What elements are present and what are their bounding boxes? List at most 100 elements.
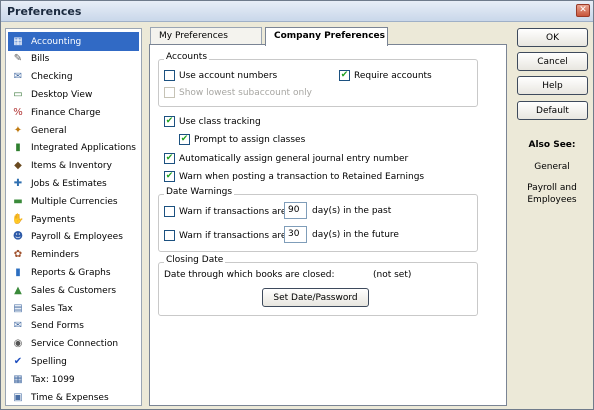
ok-button[interactable]: OK xyxy=(517,28,588,47)
warn-retained-earnings-label: Warn when posting a transaction to Retai… xyxy=(179,171,425,182)
future-days-input[interactable]: 30 xyxy=(284,226,307,243)
sidebar-item-bills[interactable]: ✎ Bills xyxy=(8,50,139,69)
tab-company-preferences[interactable]: Company Preferences xyxy=(265,27,388,46)
sidebar-item-accounting[interactable]: ▦ Accounting xyxy=(8,32,139,51)
warn-past-checkbox[interactable] xyxy=(164,206,175,217)
sidebar-item-label: Finance Charge xyxy=(31,107,101,118)
reports-graphs-icon: ▮ xyxy=(15,266,21,278)
help-button[interactable]: Help xyxy=(517,76,588,95)
bills-icon: ✎ xyxy=(13,53,23,65)
show-lowest-subaccount-label: Show lowest subaccount only xyxy=(179,87,312,98)
date-warnings-group-label: Date Warnings xyxy=(164,187,235,197)
accounts-group xyxy=(158,59,478,107)
sidebar-item-label: Payments xyxy=(31,214,76,225)
warn-past-suffix: day(s) in the past xyxy=(312,206,392,216)
sidebar-item-sales-tax[interactable]: ▤ Sales Tax xyxy=(8,299,139,318)
warn-retained-earnings-option[interactable]: ✔ Warn when posting a transaction to Ret… xyxy=(164,171,424,182)
closing-date-text: Date through which books are closed: xyxy=(164,270,335,280)
preferences-category-list[interactable]: ▦ Accounting ✎ Bills ✉ Checking ▭ Desktop View%… xyxy=(5,28,142,406)
use-account-numbers-checkbox[interactable] xyxy=(164,70,175,81)
sidebar-item-label: Checking xyxy=(31,72,73,83)
sidebar-item-sales-customers[interactable]: ▲ Sales & Customers xyxy=(8,281,139,300)
closing-date-value: (not set) xyxy=(373,270,412,280)
sidebar-item-label: Service Connection xyxy=(31,339,119,350)
sidebar-item-label: Send Forms xyxy=(31,321,84,332)
cancel-button[interactable]: Cancel xyxy=(517,52,588,71)
sidebar-item-label: Sales & Customers xyxy=(31,285,117,296)
require-accounts-label: Require accounts xyxy=(354,70,432,81)
sidebar-item-label: Desktop View xyxy=(31,89,93,100)
close-icon[interactable]: ✕ xyxy=(576,4,590,17)
tab-my-preferences-label: My Preferences xyxy=(159,31,228,41)
sidebar-item-label: Integrated Applications xyxy=(31,143,136,154)
require-accounts-checkbox[interactable]: ✔ xyxy=(339,70,350,81)
sidebar-item-multiple-currencies[interactable]: ▬ Multiple Currencies xyxy=(8,192,139,211)
show-lowest-subaccount-option: Show lowest subaccount only xyxy=(164,87,312,98)
class-tracking-label: Use class tracking xyxy=(179,116,261,127)
class-tracking-option[interactable]: ✔ Use class tracking xyxy=(164,116,261,127)
sidebar-item-service-connection[interactable]: ◉ Service Connection xyxy=(8,335,139,354)
prompt-assign-classes-label: Prompt to assign classes xyxy=(194,134,306,145)
sidebar-item-send-forms[interactable]: ✉ Send Forms xyxy=(8,317,139,336)
general-icon: ✦ xyxy=(13,124,23,136)
warn-future-checkbox[interactable] xyxy=(164,230,175,241)
sidebar-item-finance-charge[interactable]: % Finance Charge xyxy=(8,103,139,122)
sidebar-item-label: Reports & Graphs xyxy=(31,267,111,278)
also-see-title: Also See: xyxy=(528,140,576,150)
tab-my-preferences[interactable]: My Preferences xyxy=(150,27,262,45)
sidebar-item-payroll-employees[interactable]: ☻ Payroll & Employees xyxy=(8,228,139,247)
sidebar-item-label: Payroll & Employees xyxy=(31,232,123,243)
warn-retained-earnings-checkbox[interactable]: ✔ xyxy=(164,171,175,182)
use-account-numbers-option[interactable]: Use account numbers xyxy=(164,70,277,81)
date-warnings-group xyxy=(158,194,478,252)
sidebar-item-label: Jobs & Estimates xyxy=(31,178,107,189)
service-connection-icon: ◉ xyxy=(13,338,23,350)
sidebar-item-spelling[interactable]: ✔ Spelling xyxy=(8,352,139,371)
also-see-payroll-link[interactable]: Payroll and Employees xyxy=(514,182,590,206)
sidebar-item-integrated-applications[interactable]: ▮ Integrated Applications xyxy=(8,139,139,158)
require-accounts-option[interactable]: ✔ Require accounts xyxy=(339,70,432,81)
auto-assign-journal-label: Automatically assign general journal ent… xyxy=(179,153,409,164)
sidebar-item-desktop-view[interactable]: ▭ Desktop View xyxy=(8,85,139,104)
default-button[interactable]: Default xyxy=(517,101,588,120)
sidebar-item-items-inventory[interactable]: ◆ Items & Inventory xyxy=(8,157,139,176)
integrated-applications-icon: ▮ xyxy=(15,142,21,154)
sidebar-item-label: Accounting xyxy=(31,36,82,47)
sidebar-item-payments[interactable]: ✋ Payments xyxy=(8,210,139,229)
title-bar[interactable]: Preferences ✕ xyxy=(1,1,593,22)
payroll-employees-icon: ☻ xyxy=(12,231,24,243)
class-tracking-checkbox[interactable]: ✔ xyxy=(164,116,175,127)
sidebar-item-label: Sales Tax xyxy=(31,303,73,314)
multiple-currencies-icon: ▬ xyxy=(13,195,23,207)
warn-past-option[interactable]: Warn if transactions are xyxy=(164,206,286,217)
sidebar-item-reports-graphs[interactable]: ▮ Reports & Graphs xyxy=(8,263,139,282)
jobs-estimates-icon: ✚ xyxy=(13,177,23,189)
auto-assign-journal-option[interactable]: ✔ Automatically assign general journal e… xyxy=(164,153,408,164)
finance-charge-icon: % xyxy=(13,106,23,118)
send-forms-icon: ✉ xyxy=(13,320,23,332)
prompt-assign-classes-option[interactable]: ✔ Prompt to assign classes xyxy=(179,134,305,145)
prompt-assign-classes-checkbox[interactable]: ✔ xyxy=(179,134,190,145)
past-days-input[interactable]: 90 xyxy=(284,202,307,219)
warn-past-prefix: Warn if transactions are xyxy=(179,206,287,217)
auto-assign-journal-checkbox[interactable]: ✔ xyxy=(164,153,175,164)
sidebar-item-label: Tax: 1099 xyxy=(31,374,75,385)
tab-company-preferences-label: Company Preferences xyxy=(274,31,385,41)
sidebar-item-general[interactable]: ✦ General xyxy=(8,121,139,140)
sidebar-item-reminders[interactable]: ✿ Reminders xyxy=(8,246,139,265)
sidebar-item-tax-1099[interactable]: ▦ Tax: 1099 xyxy=(8,370,139,389)
sidebar-item-label: Reminders xyxy=(31,250,79,261)
sidebar-item-label: Items & Inventory xyxy=(31,161,112,172)
set-date-password-button[interactable]: Set Date/Password xyxy=(262,288,369,307)
sales-customers-icon: ▲ xyxy=(14,284,22,296)
warn-future-option[interactable]: Warn if transactions are xyxy=(164,230,286,241)
use-account-numbers-label: Use account numbers xyxy=(179,70,278,81)
sidebar-item-time-expenses[interactable]: ▣ Time & Expenses xyxy=(8,388,139,405)
sidebar-item-checking[interactable]: ✉ Checking xyxy=(8,68,139,87)
company-preferences-panel: Accounts Use account numbers ✔ Require a… xyxy=(149,44,507,406)
warn-future-suffix: day(s) in the future xyxy=(312,230,399,240)
checking-icon: ✉ xyxy=(13,71,23,83)
sidebar-item-jobs-estimates[interactable]: ✚ Jobs & Estimates xyxy=(8,174,139,193)
also-see-general-link[interactable]: General xyxy=(514,161,590,173)
window-title: Preferences xyxy=(7,5,82,18)
